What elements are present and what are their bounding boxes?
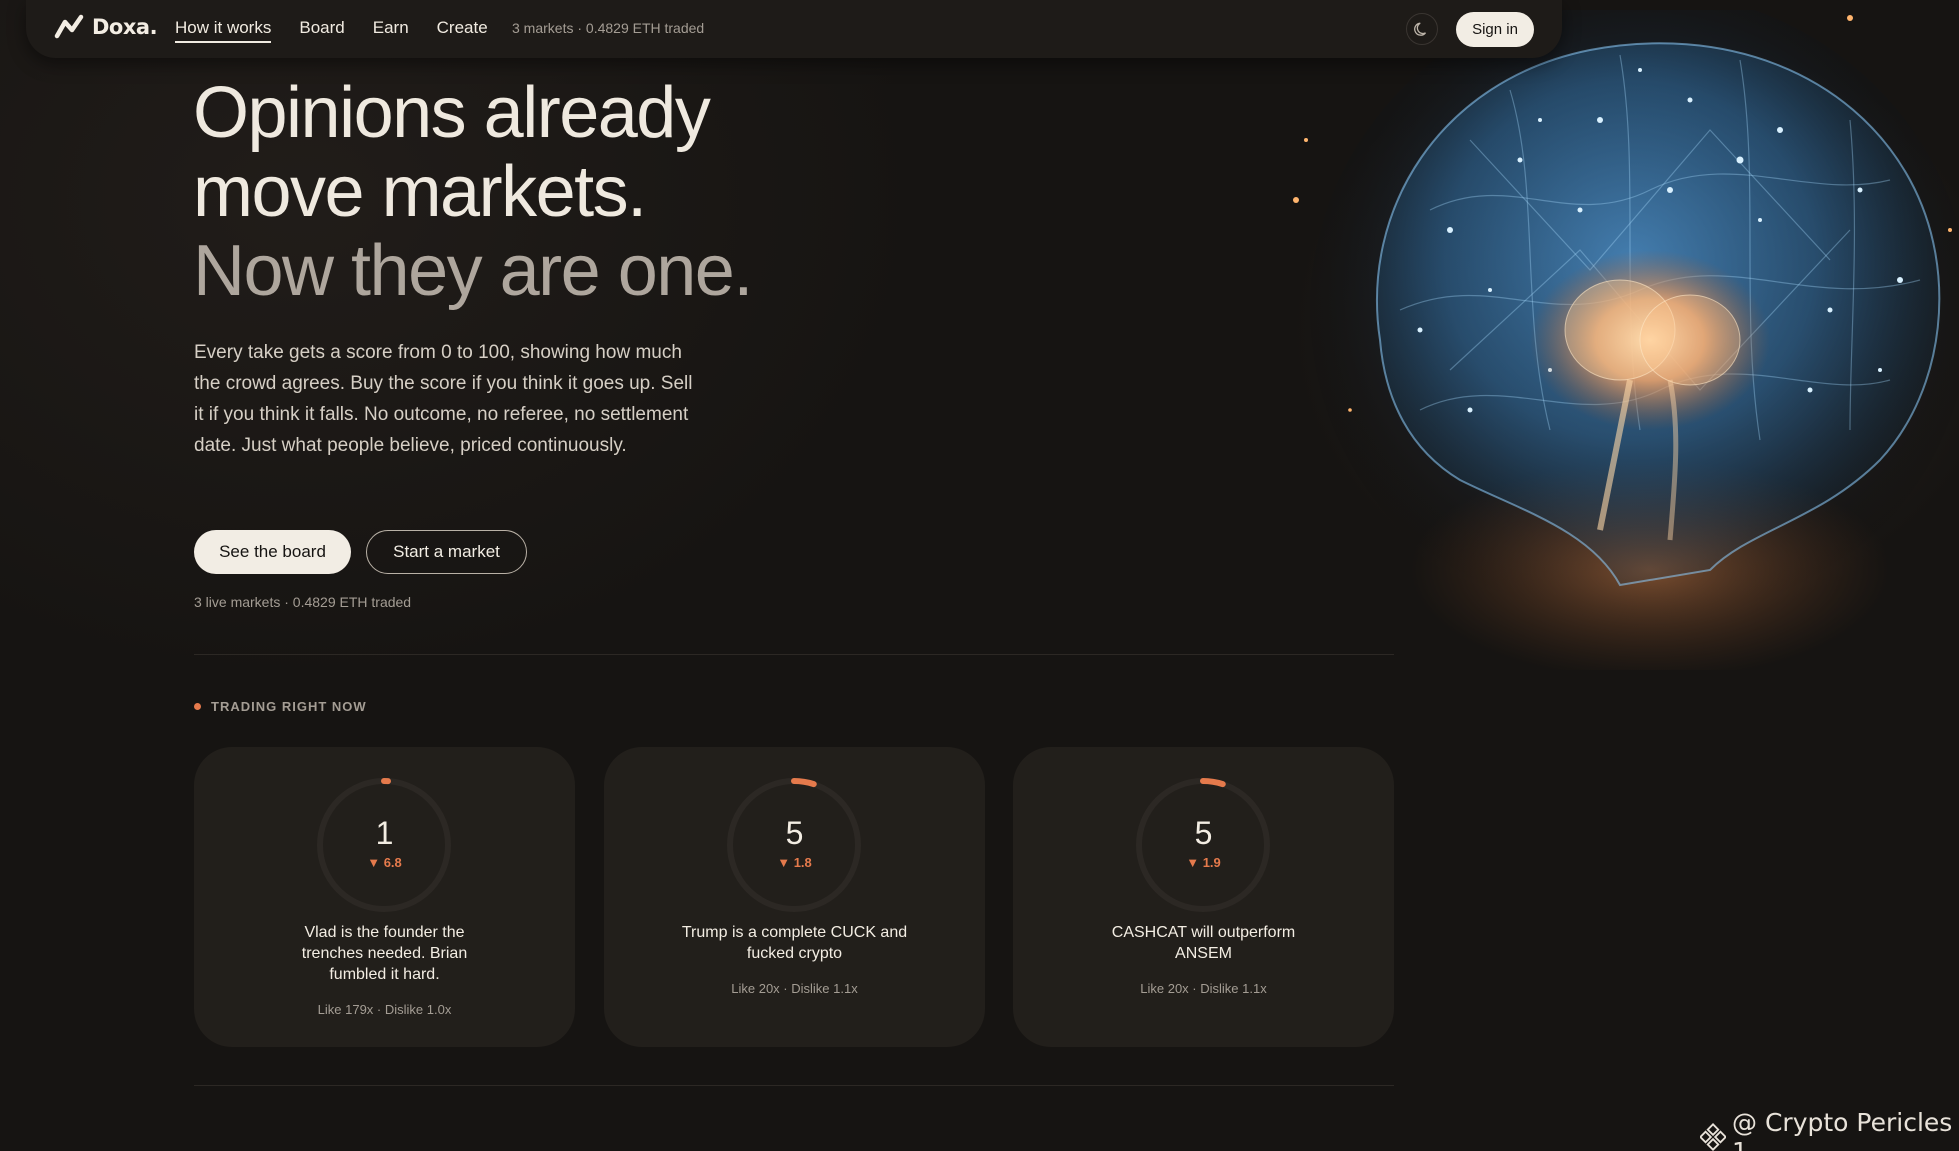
score-value: 5	[785, 815, 804, 851]
nav-link-board[interactable]: Board	[299, 18, 344, 43]
market-card[interactable]: 1 ▼ 6.8 Vlad is the founder the trenches…	[194, 747, 575, 1047]
see-the-board-button[interactable]: See the board	[194, 530, 351, 574]
market-multipliers: Like 20x · Dislike 1.1x	[731, 981, 858, 996]
live-dot-icon	[194, 703, 201, 710]
score-value: 5	[1194, 815, 1213, 851]
hero-title-line-1: Opinions already	[193, 73, 711, 153]
market-card[interactable]: 5 ▼ 1.8 Trump is a complete CUCK and fuc…	[604, 747, 985, 1047]
binance-diamond-icon	[1700, 1123, 1727, 1151]
nav-link-earn[interactable]: Earn	[373, 18, 409, 43]
market-multipliers: Like 20x · Dislike 1.1x	[1140, 981, 1267, 996]
market-title: Trump is a complete CUCK and fucked cryp…	[681, 924, 908, 962]
nav-link-how-it-works[interactable]: How it works	[175, 18, 272, 43]
sign-in-button[interactable]: Sign in	[1456, 12, 1534, 47]
moon-icon	[1414, 22, 1427, 36]
brain-illustration	[1293, 10, 1959, 670]
section-divider	[194, 1085, 1394, 1086]
score-change: ▼ 1.8	[777, 855, 812, 870]
nav-links: How it works Board Earn Create	[175, 18, 488, 43]
top-nav: Doxa. How it works Board Earn Create 3 m…	[26, 0, 1562, 58]
watermark-text: @ Crypto Pericles 1	[1732, 1108, 1953, 1151]
market-card[interactable]: 5 ▼ 1.9 CASHCAT will outperform ANSEM Li…	[1013, 747, 1394, 1047]
score-change: ▼ 1.9	[1186, 855, 1221, 870]
section-divider	[194, 654, 1394, 655]
nav-market-stats: 3 markets · 0.4829 ETH traded	[512, 20, 705, 36]
market-title: Vlad is the founder the trenches needed.…	[301, 924, 468, 983]
start-a-market-button[interactable]: Start a market	[366, 530, 527, 574]
hero-title: Opinions already move markets. Now they …	[193, 74, 913, 311]
hero-title-line-3: Now they are one.	[193, 231, 753, 311]
theme-toggle-button[interactable]	[1406, 13, 1438, 45]
brand-logo[interactable]: Doxa.	[54, 14, 158, 40]
hero-description: Every take gets a score from 0 to 100, s…	[194, 342, 693, 456]
market-title: CASHCAT will outperform ANSEM	[1111, 924, 1296, 962]
score-change: ▼ 6.8	[367, 855, 402, 870]
zigzag-chart-icon	[54, 14, 84, 39]
trading-section-label: TRADING RIGHT NOW	[194, 699, 367, 714]
hero-title-line-2: move markets.	[193, 152, 647, 232]
market-multipliers: Like 179x · Dislike 1.0x	[317, 1002, 452, 1017]
hero-live-stats: 3 live markets · 0.4829 ETH traded	[194, 594, 412, 610]
watermark: @ Crypto Pericles 1	[1700, 1108, 1959, 1151]
trading-section-title: TRADING RIGHT NOW	[211, 699, 367, 714]
nav-link-create[interactable]: Create	[437, 18, 488, 43]
brand-name: Doxa.	[92, 15, 158, 39]
score-value: 1	[375, 815, 394, 851]
